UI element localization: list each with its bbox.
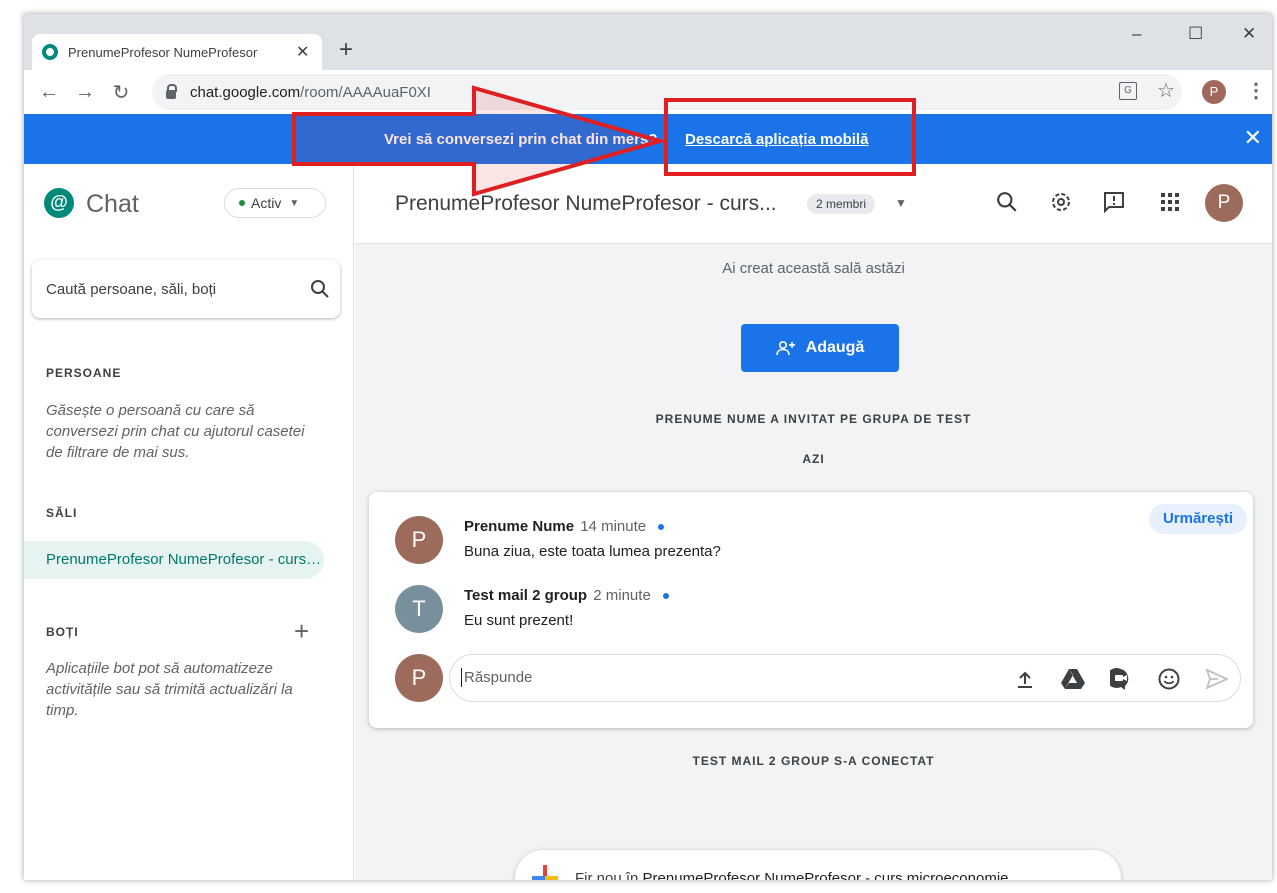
date-divider: AZI (802, 452, 825, 466)
gear-icon[interactable] (1047, 188, 1075, 216)
online-dot-icon (662, 593, 669, 600)
avatar[interactable]: P (395, 516, 443, 564)
people-hint: Găsește o persoană cu care să conversezi… (46, 402, 305, 461)
send-icon[interactable] (1204, 666, 1230, 692)
minimize-button[interactable]: – (1132, 24, 1141, 44)
banner-text: Vrei să conversezi prin chat din mers? (384, 131, 658, 148)
author-name[interactable]: Test mail 2 group (464, 587, 587, 604)
colorful-plus-icon (532, 865, 558, 880)
apps-grid-icon[interactable] (1156, 188, 1184, 216)
maximize-button[interactable]: ☐ (1188, 24, 1203, 44)
online-dot-icon (658, 524, 665, 531)
browser-window: PrenumeProfesor NumeProfesor ✕ + – ☐ ✕ ←… (24, 14, 1272, 880)
status-label: Activ (251, 195, 282, 211)
new-thread-prefix: Fir nou în (575, 869, 639, 881)
search-placeholder: Caută persoane, săli, boți (46, 280, 217, 298)
active-dot-icon (239, 200, 245, 206)
translate-icon[interactable]: G (1119, 82, 1137, 100)
add-bot-icon[interactable]: + (294, 616, 309, 647)
message-author: Prenume Nume 14 minute (464, 518, 665, 535)
upload-icon[interactable] (1012, 666, 1038, 692)
google-drive-icon[interactable] (1060, 666, 1086, 692)
bots-section-label: BOȚI (46, 625, 79, 639)
bots-hint: Aplicațiile bot pot să automatizeze acti… (46, 660, 293, 719)
search-icon[interactable] (300, 279, 340, 299)
message-text: Buna ziua, este toata lumea prezenta? (464, 543, 721, 560)
message-author: Test mail 2 group 2 minute (464, 587, 669, 604)
new-thread-label: Fir nou în PrenumeProfesor NumeProfesor … (575, 870, 1009, 881)
avatar: P (395, 654, 443, 702)
sidebar-item-room[interactable]: PrenumeProfesor NumeProfesor - curs micr… (24, 541, 324, 579)
google-chat-logo-icon (44, 188, 74, 218)
reply-placeholder: Răspunde (460, 668, 533, 687)
search-input[interactable]: Caută persoane, săli, boți (32, 260, 340, 318)
follow-button[interactable]: Urmărești (1148, 504, 1247, 534)
avatar[interactable]: T (395, 585, 443, 633)
add-person-icon (775, 340, 795, 356)
feedback-icon[interactable] (1100, 188, 1128, 216)
close-window-button[interactable]: ✕ (1242, 24, 1256, 44)
emoji-icon[interactable] (1156, 666, 1182, 692)
message-time: 2 minute (593, 587, 651, 604)
tab-close-icon[interactable]: ✕ (296, 42, 309, 62)
lock-icon (166, 83, 177, 99)
url-path: /room/AAAAuaF0XI (300, 83, 431, 101)
tab-title: PrenumeProfesor NumeProfesor (68, 44, 258, 60)
add-button-label: Adaugă (805, 339, 865, 356)
bookmark-star-icon[interactable]: ☆ (1157, 78, 1175, 103)
room-header: PrenumeProfesor NumeProfesor - curs... 2… (355, 164, 1272, 244)
status-dropdown[interactable]: Activ ▼ (224, 188, 326, 218)
forward-arrow-icon[interactable]: → (74, 81, 96, 104)
chevron-down-icon: ▼ (289, 197, 300, 209)
browser-profile-avatar[interactable]: P (1202, 80, 1226, 104)
room-created-notice: Ai creat această sală astăzi (722, 260, 905, 277)
message-thread: Urmărești P Prenume Nume 14 minute Buna … (369, 492, 1253, 728)
search-icon[interactable] (993, 188, 1021, 216)
people-section-label: PERSOANE (46, 366, 122, 380)
tab-strip: PrenumeProfesor NumeProfesor ✕ + – ☐ ✕ (24, 14, 1272, 70)
members-count[interactable]: 2 membri (807, 194, 876, 214)
app-name: Chat (86, 190, 139, 218)
url-text: chat.google.com/room/AAAAuaF0XI (190, 84, 431, 101)
room-title[interactable]: PrenumeProfesor NumeProfesor - curs... (395, 192, 777, 216)
banner-close-icon[interactable]: ✕ (1244, 125, 1262, 151)
reply-input[interactable]: Răspunde (449, 654, 1241, 702)
author-name[interactable]: Prenume Nume (464, 518, 574, 535)
message-text: Eu sunt prezent! (464, 612, 574, 629)
invite-notice: PRENUME NUME A INVITAT PE GRUPA DE TEST (655, 412, 972, 426)
browser-tab[interactable]: PrenumeProfesor NumeProfesor ✕ (32, 34, 322, 70)
annotation-highlight-box (664, 98, 916, 176)
new-thread-button[interactable]: Fir nou în PrenumeProfesor NumeProfesor … (515, 850, 1121, 880)
sidebar: Chat Activ ▼ Caută persoane, săli, boți … (24, 164, 354, 880)
conversation-area: Ai creat această sală astăzi Adaugă PREN… (355, 244, 1272, 880)
chevron-down-icon[interactable]: ▼ (895, 196, 907, 210)
reload-icon[interactable]: ↻ (110, 80, 132, 105)
url-domain: chat.google.com (190, 83, 301, 101)
back-arrow-icon[interactable]: ← (38, 81, 60, 104)
chat-favicon-icon (42, 44, 58, 60)
new-thread-room: PrenumeProfesor NumeProfesor - curs micr… (642, 869, 1009, 881)
mobile-app-banner: Vrei să conversezi prin chat din mers? D… (24, 114, 1272, 164)
browser-menu-icon[interactable]: ⋮ (1246, 78, 1266, 103)
video-meeting-icon[interactable] (1108, 666, 1134, 692)
add-people-button[interactable]: Adaugă (741, 324, 899, 372)
message-time: 14 minute (580, 518, 647, 535)
rooms-section-label: SĂLI (46, 506, 78, 520)
joined-notice: TEST MAIL 2 GROUP S-A CONECTAT (692, 754, 935, 768)
account-avatar[interactable]: P (1205, 184, 1243, 222)
new-tab-button[interactable]: + (339, 36, 353, 64)
